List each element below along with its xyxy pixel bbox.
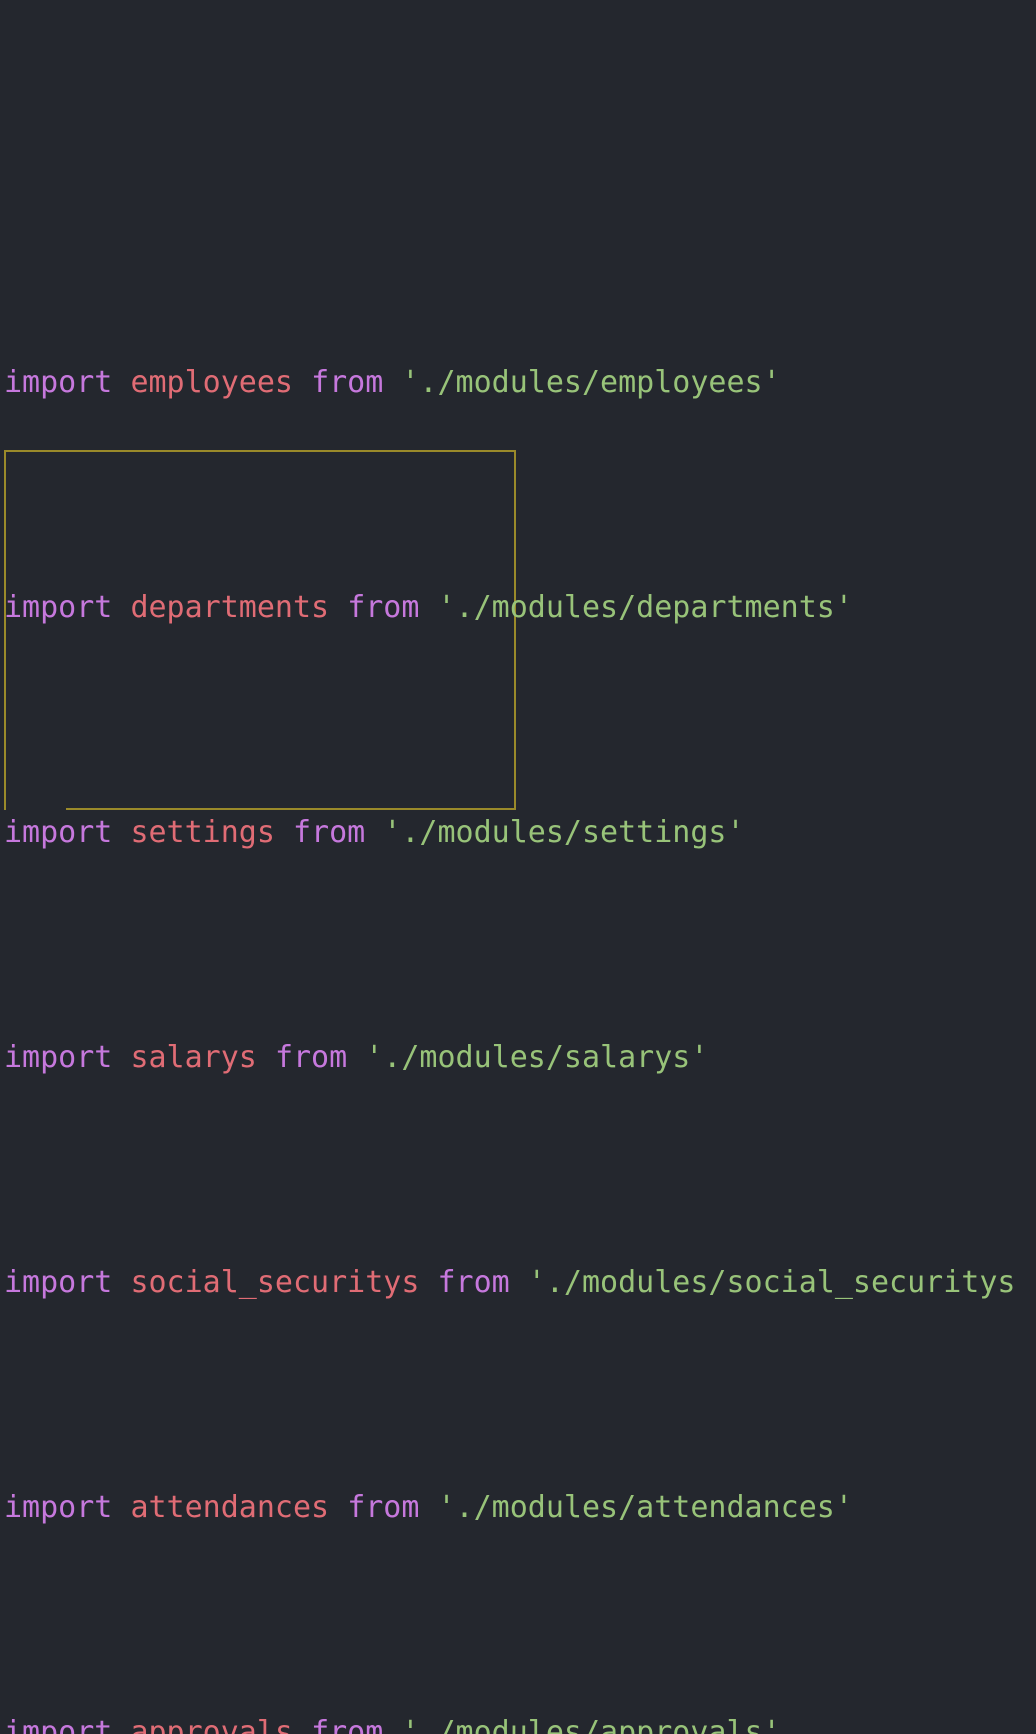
keyword-import: import: [4, 590, 113, 625]
keyword-from: from: [347, 1490, 420, 1525]
keyword-import: import: [4, 365, 113, 400]
code-line-2[interactable]: import departments from './modules/depar…: [0, 585, 1036, 630]
import-binding-salarys[interactable]: salarys: [130, 1040, 256, 1075]
code-line-7[interactable]: import approvals from './modules/approva…: [0, 1710, 1036, 1734]
import-path-social-securitys[interactable]: './modules/social_securitys: [528, 1265, 1016, 1300]
import-path-departments[interactable]: './modules/departments': [438, 590, 853, 625]
code-line-1[interactable]: import employees from './modules/employe…: [0, 360, 1036, 405]
keyword-from: from: [274, 1040, 348, 1075]
code-editor[interactable]: import employees from './modules/employe…: [0, 0, 1036, 1734]
import-path-approvals[interactable]: './modules/approvals': [401, 1715, 780, 1734]
code-line-3[interactable]: import settings from './modules/settings…: [0, 810, 1036, 855]
bracket-pair-guide-gap: [6, 806, 66, 812]
import-path-attendances[interactable]: './modules/attendances': [438, 1490, 853, 1525]
code-line-6[interactable]: import attendances from './modules/atten…: [0, 1485, 1036, 1530]
import-path-settings[interactable]: './modules/settings': [383, 815, 744, 850]
import-path-employees[interactable]: './modules/employees': [401, 365, 780, 400]
import-binding-departments[interactable]: departments: [130, 590, 329, 625]
keyword-from: from: [311, 1715, 384, 1734]
code-line-5[interactable]: import social_securitys from './modules/…: [0, 1260, 1036, 1305]
import-path-salarys[interactable]: './modules/salarys': [365, 1040, 708, 1075]
import-binding-settings[interactable]: settings: [130, 815, 275, 850]
keyword-import: import: [4, 1040, 113, 1075]
import-binding-approvals[interactable]: approvals: [130, 1715, 293, 1734]
keyword-from: from: [437, 1265, 510, 1300]
keyword-import: import: [4, 1265, 113, 1300]
keyword-from: from: [311, 365, 384, 400]
keyword-from: from: [293, 815, 366, 850]
keyword-from: from: [347, 590, 420, 625]
import-binding-employees[interactable]: employees: [130, 365, 293, 400]
keyword-import: import: [4, 1715, 113, 1734]
import-binding-social-securitys[interactable]: social_securitys: [130, 1265, 419, 1300]
keyword-import: import: [4, 1490, 113, 1525]
code-line-4[interactable]: import salarys from './modules/salarys': [0, 1035, 1036, 1080]
import-binding-attendances[interactable]: attendances: [130, 1490, 329, 1525]
keyword-import: import: [4, 815, 113, 850]
bracket-pair-guide: [4, 450, 516, 810]
